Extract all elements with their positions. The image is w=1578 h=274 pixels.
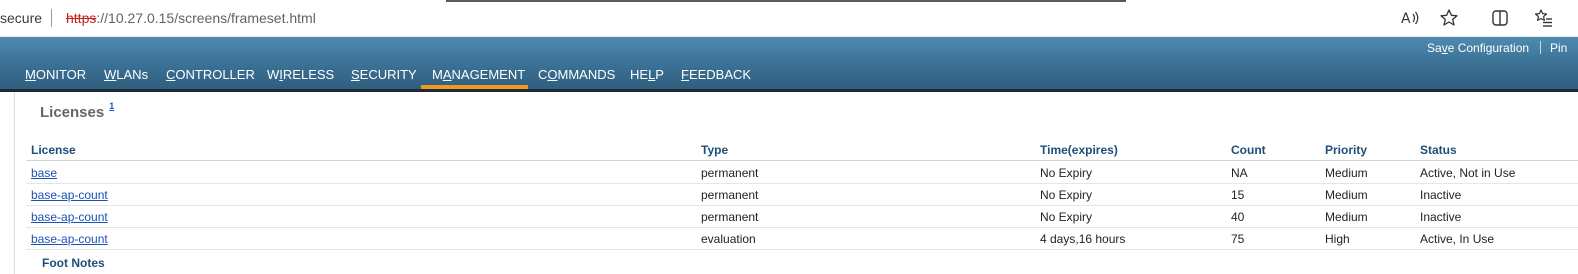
column-header-count: Count [1231,143,1266,157]
license-type: evaluation [701,232,756,246]
page-title: Licenses 1 [40,101,115,121]
favorite-star-icon[interactable] [1436,6,1462,30]
column-header-status: Status [1420,143,1457,157]
column-header-time-expires: Time(expires) [1040,143,1118,157]
read-aloud-icon[interactable]: A [1397,6,1423,30]
license-count: 40 [1231,210,1245,224]
license-expiry: No Expiry [1040,166,1093,180]
column-header-license: License [31,143,76,157]
license-status: Inactive [1420,188,1462,202]
footnote-ref-link[interactable]: 1 [109,101,114,111]
row-divider [26,227,1578,228]
license-expiry: 4 days,16 hours [1040,232,1126,246]
footnotes-heading: Foot Notes [42,256,105,270]
ping-link[interactable]: Pin [1550,41,1567,55]
license-count: 75 [1231,232,1245,246]
license-status: Active, Not in Use [1420,166,1516,180]
license-priority: Medium [1325,210,1368,224]
license-expiry: No Expiry [1040,210,1093,224]
license-status: Active, In Use [1420,232,1495,246]
favorites-list-icon[interactable] [1531,6,1557,30]
nav-wlans[interactable]: WLANs [104,67,148,82]
column-header-priority: Priority [1325,143,1368,157]
license-type: permanent [701,210,759,224]
save-configuration-link[interactable]: Save Configuration [1427,41,1529,55]
tab-strip-edge [446,0,1126,2]
security-indicator[interactable]: secure [0,10,42,26]
license-priority: Medium [1325,188,1368,202]
url-path: ://10.27.0.15/screens/frameset.html [96,10,316,26]
nav-security[interactable]: SECURITY [351,67,417,82]
license-status: Inactive [1420,210,1462,224]
split-screen-icon[interactable] [1487,6,1513,30]
license-link[interactable]: base-ap-count [31,188,108,202]
row-divider [26,183,1578,184]
nav-feedback[interactable]: FEEDBACK [681,67,751,82]
nav-controller[interactable]: CONTROLLER [166,67,255,82]
license-link[interactable]: base [31,166,57,180]
license-link[interactable]: base-ap-count [31,210,108,224]
wlc-header: Save Configuration Pin MONITOR WLANs CON… [0,37,1578,89]
nav-monitor[interactable]: MONITOR [25,67,86,82]
util-separator [1540,41,1541,54]
content-left-border [14,92,15,274]
url-scheme: https [66,10,97,26]
table-header-divider [26,160,1578,161]
header-bottom-strip [0,89,1578,92]
main-nav: MONITOR WLANs CONTROLLER WIRELESS SECURI… [0,65,1578,87]
address-separator [51,9,52,27]
license-type: permanent [701,188,759,202]
license-priority: High [1325,232,1350,246]
license-count: 15 [1231,188,1245,202]
nav-management[interactable]: MANAGEMENT [432,67,525,82]
nav-wireless[interactable]: WIRELESS [267,67,334,82]
license-expiry: No Expiry [1040,188,1093,202]
license-count: NA [1231,166,1248,180]
license-priority: Medium [1325,166,1368,180]
row-divider [26,205,1578,206]
url-field[interactable]: https://10.27.0.15/screens/frameset.html [66,10,316,26]
row-divider [26,249,1578,250]
nav-commands[interactable]: COMMANDS [538,67,615,82]
browser-address-bar: secure https://10.27.0.15/screens/frames… [0,0,1578,37]
column-header-type: Type [701,143,729,157]
nav-help[interactable]: HELP [630,67,664,82]
license-link[interactable]: base-ap-count [31,232,108,246]
svg-text:A: A [1401,11,1411,27]
license-type: permanent [701,166,759,180]
